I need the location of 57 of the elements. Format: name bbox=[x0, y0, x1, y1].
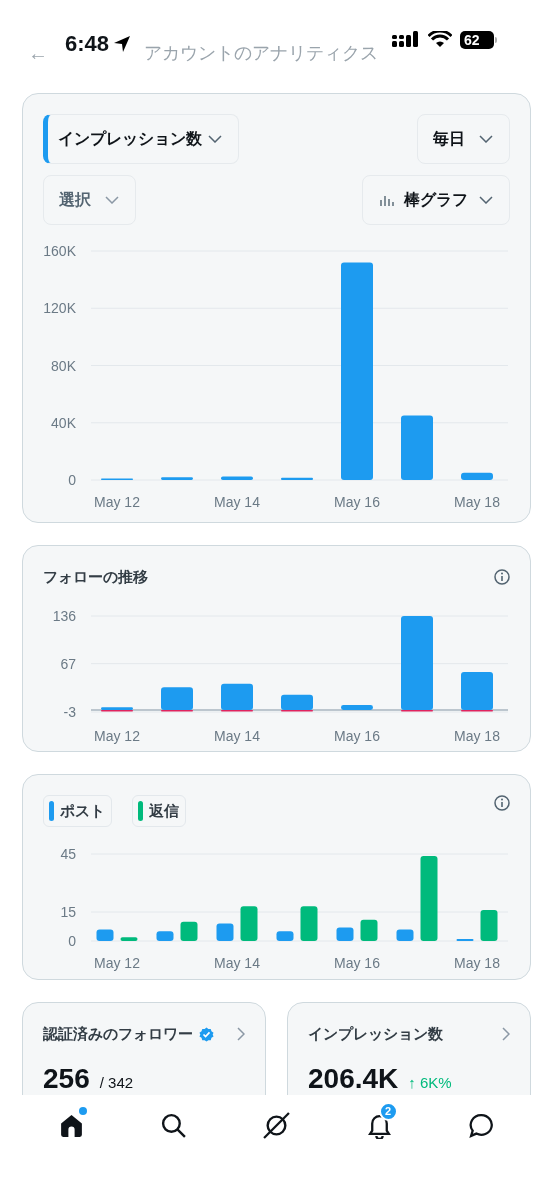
chevron-right-icon bbox=[502, 1027, 510, 1042]
card-title: フォローの推移 bbox=[43, 566, 148, 587]
axis-label: May 18 bbox=[454, 494, 500, 510]
legend-chip[interactable]: 返信 bbox=[132, 795, 186, 827]
axis-label: -3 bbox=[63, 704, 76, 720]
axis-label: May 14 bbox=[214, 728, 260, 744]
stat-title: インプレッション数 bbox=[308, 1024, 443, 1044]
bar-chart-icon bbox=[380, 194, 394, 206]
period-dropdown[interactable]: 毎日 bbox=[417, 114, 510, 164]
stat-card[interactable]: 認証済みのフォロワー 256 / 342 bbox=[22, 1002, 266, 1095]
signal-icon bbox=[392, 31, 420, 49]
stat-title: 認証済みのフォロワー bbox=[43, 1024, 193, 1044]
stat-value: 206.4K bbox=[308, 1061, 399, 1095]
chevron-down-icon bbox=[479, 196, 493, 204]
legend-chip[interactable]: ポスト bbox=[43, 795, 112, 827]
stat-value: 256 bbox=[43, 1061, 90, 1095]
axis-label: May 18 bbox=[454, 955, 500, 971]
search-icon[interactable] bbox=[160, 1111, 188, 1139]
metric-dropdown[interactable]: インプレッション数 bbox=[43, 114, 239, 164]
wifi-icon bbox=[428, 31, 452, 49]
info-icon[interactable] bbox=[494, 569, 510, 585]
axis-label: May 16 bbox=[334, 494, 380, 510]
chevron-down-icon bbox=[479, 135, 493, 143]
chevron-right-icon bbox=[237, 1027, 245, 1042]
page-title: アカウントのアナリティクス bbox=[144, 41, 378, 65]
stat-change: ↑ 6K% bbox=[408, 1072, 452, 1093]
axis-label: May 16 bbox=[334, 955, 380, 971]
status-time: 6:48 bbox=[65, 30, 110, 58]
axis-label: 15 bbox=[60, 904, 76, 920]
axis-label: 0 bbox=[68, 933, 76, 949]
speech-bubble-icon[interactable] bbox=[468, 1111, 496, 1139]
location-icon bbox=[113, 34, 132, 53]
battery-icon: 62 bbox=[460, 31, 497, 49]
axis-label: May 18 bbox=[454, 728, 500, 744]
axis-label: 40K bbox=[51, 414, 76, 431]
axis-label: May 14 bbox=[214, 494, 260, 510]
axis-label: 160K bbox=[43, 243, 76, 259]
slashed-circle-icon[interactable] bbox=[263, 1111, 290, 1139]
chevron-down-icon bbox=[105, 196, 119, 204]
notification-badge: 2 bbox=[378, 1101, 398, 1121]
stat-total: / 342 bbox=[99, 1072, 134, 1093]
axis-label: 67 bbox=[60, 655, 76, 672]
stat-card[interactable]: インプレッション数 206.4K ↑ 6K% bbox=[287, 1002, 531, 1095]
axis-label: May 12 bbox=[94, 955, 140, 971]
axis-label: 45 bbox=[60, 846, 76, 862]
compare-dropdown[interactable]: 選択 bbox=[43, 175, 136, 225]
axis-label: 120K bbox=[43, 300, 76, 317]
axis-label: May 14 bbox=[214, 955, 260, 971]
axis-label: May 12 bbox=[94, 728, 140, 744]
chart-type-dropdown[interactable]: 棒グラフ bbox=[362, 175, 510, 225]
info-icon[interactable] bbox=[494, 795, 510, 811]
axis-label: May 12 bbox=[94, 494, 140, 510]
axis-label: 136 bbox=[52, 608, 76, 624]
chevron-down-icon bbox=[208, 135, 222, 143]
axis-label: May 16 bbox=[334, 728, 380, 744]
axis-label: 0 bbox=[68, 472, 76, 488]
axis-label: 80K bbox=[51, 357, 76, 374]
